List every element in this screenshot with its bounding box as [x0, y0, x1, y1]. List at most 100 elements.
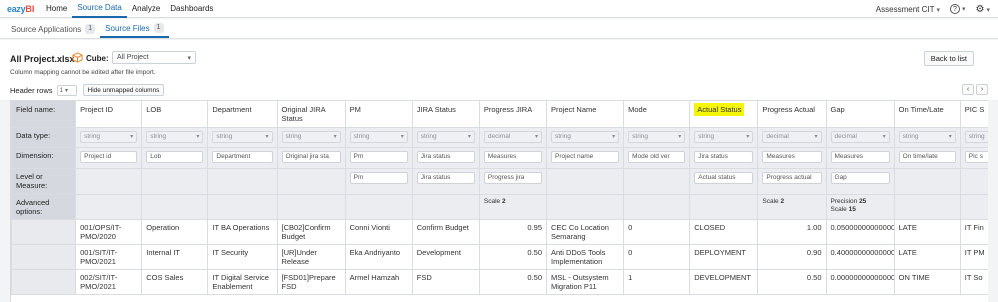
table-cell: 0.50 [478, 244, 548, 270]
data-type-select[interactable]: string▾ [898, 131, 956, 143]
level-measure-cell: Jira status [411, 168, 480, 195]
data-type-select[interactable]: string▾ [416, 131, 475, 143]
dimension-cell: Measures [478, 147, 548, 169]
file-title: All Project.xlsx [10, 54, 75, 64]
file-header: All Project.xlsx Cube: All Project ▾ Colu… [0, 40, 998, 100]
data-type-cell: string▾ [411, 127, 480, 148]
dimension-input[interactable]: Lob [146, 151, 204, 163]
table-cell: 0 [623, 244, 691, 270]
level-measure-row: Level or Measure: Pm Jira status Progress ji… [11, 168, 988, 195]
data-type-select[interactable]: string▾ [551, 131, 620, 143]
data-type-select[interactable]: string▾ [80, 131, 138, 143]
table-cell: 1 [623, 269, 691, 295]
table-cell: 001/OPS/IT-PMO/2020 [75, 219, 143, 245]
count-badge: 1 [85, 24, 96, 34]
data-type-cell: string▾ [75, 127, 143, 148]
nav-analyze[interactable]: Analyze [127, 0, 165, 18]
chevron-down-icon: ▾ [612, 134, 616, 140]
row-header-cell [11, 244, 77, 270]
dimension-input[interactable]: Pic s [964, 151, 988, 163]
data-type-cell: string▾ [959, 127, 988, 148]
data-type-select[interactable]: string▾ [349, 131, 408, 143]
dimension-cell: Measures [757, 147, 827, 169]
data-type-select[interactable]: string▾ [694, 131, 754, 143]
settings-menu[interactable]: ⚙ ▾ [976, 4, 990, 15]
table-cell: Internal IT [141, 244, 209, 270]
top-right-controls: Assessment CIT ▾ ? ▾ ⚙ ▾ [876, 0, 990, 18]
dimension-input[interactable]: Original jira sta [281, 151, 341, 163]
level-measure-cell: Gap [825, 168, 895, 195]
dimension-input[interactable]: Measures [830, 151, 890, 163]
level-measure-cell: Actual status [689, 168, 759, 195]
advanced-options-cell [959, 194, 988, 220]
data-type-select[interactable]: decimal ▾ [762, 131, 822, 143]
level-measure-input[interactable]: Progress actual [762, 172, 822, 184]
tab-source-files[interactable]: Source Files 1 [100, 20, 169, 38]
dimension-input[interactable]: Jira status [416, 151, 475, 163]
dimension-row: Dimension: Project id Lob Department Origina… [11, 147, 988, 169]
help-menu[interactable]: ? ▾ [950, 4, 966, 15]
dimension-input[interactable]: Project id [80, 151, 138, 163]
advanced-options-cell [75, 194, 143, 220]
data-type-select[interactable]: string▾ [281, 131, 341, 143]
field-name-cell: Project Name [545, 100, 625, 128]
data-type-cell: string▾ [141, 127, 209, 148]
column-pager: ‹ › [962, 84, 988, 95]
table-cell: 0 [623, 219, 691, 245]
cube-select[interactable]: All Project ▾ [112, 51, 196, 64]
table-cell: Conni Vionti [344, 219, 413, 245]
level-measure-input[interactable]: Progress jira [483, 172, 542, 184]
chevron-down-icon: ▾ [814, 134, 818, 140]
advanced-options-cell [623, 194, 691, 220]
table-cell: 0.400000000000000 [825, 244, 895, 270]
level-measure-input[interactable]: Pm [349, 172, 408, 184]
tab-source-applications[interactable]: Source Applications 1 [6, 20, 100, 38]
level-measure-input[interactable]: Actual status [694, 172, 754, 184]
data-type-select[interactable]: decimal ▾ [830, 131, 890, 143]
table-cell: [UR]Under Release [276, 244, 346, 270]
header-rows-select[interactable]: 1 ▾ [56, 84, 77, 96]
dimension-input[interactable]: Measures [483, 151, 542, 163]
data-type-select[interactable]: string▾ [146, 131, 204, 143]
dimension-input[interactable]: Measures [762, 151, 822, 163]
field-name-cell: Mode [623, 100, 691, 128]
data-type-select[interactable]: string▾ [212, 131, 273, 143]
nav-source-data[interactable]: Source Data [72, 0, 127, 18]
chevron-down-icon: ▾ [534, 134, 538, 140]
chevron-down-icon: ▾ [196, 134, 200, 140]
dimension-input[interactable]: Jira status [694, 151, 754, 163]
nav-home[interactable]: Home [41, 0, 72, 18]
dimension-input[interactable]: Pm [349, 151, 408, 163]
data-type-select[interactable]: decimal ▾ [483, 131, 542, 143]
level-measure-input[interactable]: Gap [830, 172, 890, 184]
table-cell: IT So [959, 269, 988, 295]
field-name-cell: PIC S [959, 100, 988, 128]
dimension-input[interactable]: Project name [551, 151, 620, 163]
back-to-list-button[interactable]: Back to list [923, 51, 974, 66]
dimension-cell: Pm [344, 147, 413, 169]
table-cell: IT Digital Service Enablement [207, 269, 278, 295]
chevron-down-icon: ▾ [948, 134, 952, 140]
table-row: 001/OPS/IT-PMO/2020 Operation IT BA Operat… [11, 219, 988, 245]
account-switcher[interactable]: Assessment CIT ▾ [876, 5, 940, 14]
chevron-down-icon: ▾ [986, 6, 990, 14]
dimension-input[interactable]: Mode old ver [628, 151, 686, 163]
scroll-right-button[interactable]: › [976, 84, 988, 95]
dimension-input[interactable]: On time/late [898, 151, 956, 163]
data-type-select[interactable]: string▾ [628, 131, 686, 143]
data-type-cell: string▾ [893, 127, 961, 148]
advanced-options-row: Advanced options: Scale 2 Scale 2 Precision … [11, 194, 988, 220]
chevron-down-icon: ▾ [936, 6, 940, 14]
table-cell: IT BA Operations [207, 219, 278, 245]
hide-unmapped-columns-button[interactable]: Hide unmapped columns [82, 84, 165, 96]
dimension-cell: Jira status [411, 147, 480, 169]
nav-dashboards[interactable]: Dashboards [165, 0, 218, 18]
data-type-select[interactable]: string▾ [964, 131, 988, 143]
level-measure-input[interactable]: Jira status [416, 172, 475, 184]
dimension-input[interactable]: Department [212, 151, 273, 163]
scroll-left-button[interactable]: ‹ [962, 84, 974, 95]
eazybi-logo[interactable]: eazy BI [7, 3, 35, 15]
level-measure-label: Level or Measure: [11, 168, 77, 195]
table-cell: 001/SIT/IT-PMO/2021 [75, 244, 143, 270]
field-name-cell: LOB [141, 100, 209, 128]
